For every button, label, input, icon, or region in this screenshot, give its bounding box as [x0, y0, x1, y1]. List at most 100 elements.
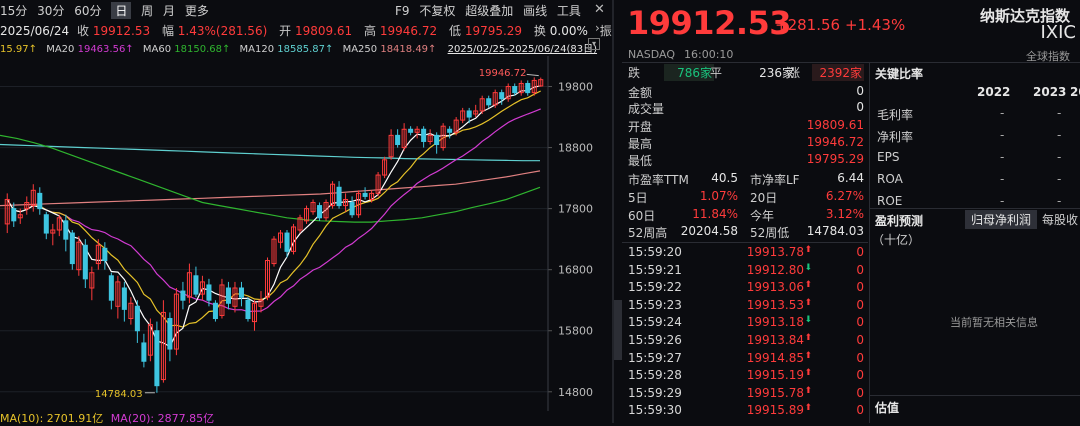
- tick-volume: 0: [856, 403, 864, 418]
- bar-open-value: 19809.61: [294, 24, 353, 38]
- volume-row: 成交量 0: [628, 100, 864, 116]
- tab-60min[interactable]: 60分: [74, 2, 101, 19]
- bar-info: 2025/06/24 收 19912.53 幅 1.43%(281.56) 开 …: [0, 22, 612, 39]
- arrow-up-icon: ⬆: [804, 245, 812, 255]
- forecast-tab-net-profit[interactable]: 归母净利润: [965, 210, 1038, 229]
- arrow-up-icon: ⬆: [804, 350, 812, 361]
- down-label: 跌: [628, 66, 641, 80]
- ratio-value: -: [1057, 128, 1062, 142]
- candle-body: [434, 134, 440, 146]
- candle-body: [69, 232, 75, 265]
- pb-value: 6.44: [837, 171, 864, 185]
- date-range[interactable]: 2025/02/25-2025/06/24(83日): [448, 44, 597, 55]
- ratio-label: 毛利率: [877, 108, 914, 122]
- tick-volume: 0: [856, 297, 864, 312]
- ratio-value: -: [1057, 106, 1062, 120]
- ratio-value: -: [1057, 172, 1062, 186]
- tick-time: 15:59:23: [628, 297, 682, 312]
- candle-body: [336, 186, 342, 207]
- vol-ma10: MA(10): 2701.91亿: [0, 412, 104, 425]
- d5-label: 5日: [628, 191, 648, 205]
- ma60-value: 18150.68↑: [174, 44, 231, 55]
- ma5-line: [6, 85, 541, 348]
- high-row: 最高 19946.72: [628, 135, 864, 151]
- ma120-label: MA120: [239, 44, 275, 55]
- tab-30min[interactable]: 30分: [37, 2, 64, 19]
- candle-body: [212, 302, 218, 320]
- low-value: 19795.29: [806, 152, 864, 166]
- tick-time: 15:59:26: [628, 333, 682, 347]
- high-annotation: 19946.72: [479, 68, 527, 79]
- fuquan-button[interactable]: 不复权: [419, 2, 455, 19]
- candle-body: [63, 220, 69, 240]
- candle-body: [134, 305, 140, 332]
- overlay-button[interactable]: 超级叠加: [465, 2, 513, 19]
- tab-15min[interactable]: 15分: [0, 2, 27, 19]
- amount-label: 金额: [628, 86, 653, 100]
- scroll-handle[interactable]: [614, 300, 622, 360]
- draw-button[interactable]: 画线: [523, 2, 547, 19]
- quote-change-pct: +1.43%: [845, 16, 906, 34]
- bar-turnover-label: 换: [533, 24, 546, 38]
- candlestick-chart[interactable]: 19800 18800 17800 16800 15800 14800 19946.72 14…: [0, 56, 600, 411]
- candle-body: [486, 98, 492, 106]
- bar-close-label: 收: [77, 24, 90, 38]
- candle-body: [180, 290, 186, 301]
- tab-week[interactable]: 周: [141, 2, 153, 19]
- candle-body: [245, 299, 251, 320]
- quote-code: IXIC: [1040, 22, 1076, 43]
- pe-label: 市盈率TTM: [628, 173, 689, 187]
- tick-time: 15:59:24: [628, 315, 682, 330]
- tab-day[interactable]: 日: [111, 2, 132, 19]
- tick-price: 19915.19: [746, 368, 804, 383]
- volume-legend: MA(10): 2701.91亿 MA(20): 2877.85亿: [0, 410, 214, 426]
- chevron-down-icon[interactable]: ▾: [588, 38, 600, 50]
- tick-price: 19913.84: [746, 333, 804, 347]
- tools-button[interactable]: 工具: [557, 2, 581, 19]
- bar-turnover-value: 0.00%: [549, 24, 588, 38]
- bar-open-label: 开: [279, 24, 292, 38]
- ma60-label: MA60: [142, 44, 172, 55]
- quote-change: +281.56: [775, 16, 841, 34]
- bar-low-value: 19795.29: [464, 24, 523, 38]
- tick-row: 15:59:30 19915.89 ⬆ 0: [628, 403, 866, 423]
- ratio-value: -: [1057, 194, 1062, 208]
- forecast-tab-eps[interactable]: 每股收: [1042, 211, 1078, 228]
- chevron-right-icon[interactable]: ›: [595, 21, 600, 35]
- bar-amplitude-label: 振: [599, 24, 612, 38]
- d20-label: 20日: [750, 191, 778, 205]
- ratio-year-2024: 20: [1070, 85, 1080, 99]
- bar-high-value: 19946.72: [379, 24, 438, 38]
- candle-body: [238, 287, 244, 298]
- f9-button[interactable]: F9: [395, 4, 410, 18]
- tick-volume: 0: [856, 315, 864, 330]
- low-annotation: 14784.03: [95, 389, 143, 400]
- tab-month[interactable]: 月: [163, 2, 175, 19]
- valuation-divider: [870, 395, 1080, 396]
- d60-label: 60日: [628, 209, 656, 223]
- vol-ma20: MA(20): 2877.85亿: [110, 412, 215, 425]
- d60-value: 11.84%: [692, 207, 738, 221]
- candle-body: [102, 247, 108, 262]
- ratio-value: -: [1000, 106, 1005, 120]
- ratios-title: 关键比率: [875, 67, 924, 81]
- open-row: 开盘 19809.61: [628, 118, 864, 134]
- up-label: 涨: [788, 66, 801, 80]
- candle-body: [154, 330, 160, 387]
- tick-price: 19913.06: [746, 280, 804, 295]
- bar-range-label: 幅: [161, 24, 174, 38]
- candle-body: [82, 244, 88, 280]
- arrow-down-icon: ⬇: [804, 262, 812, 273]
- candle-body: [167, 318, 173, 350]
- close-icon[interactable]: ✕: [594, 2, 605, 17]
- tick-time: 15:59:27: [628, 350, 682, 365]
- quote-price: 19912.53: [627, 4, 792, 42]
- bar-high-label: 高: [364, 24, 377, 38]
- ytd-value: 3.12%: [825, 207, 864, 221]
- tick-price: 19914.85: [746, 350, 804, 365]
- ratio-year-2023: 2023: [1033, 85, 1067, 99]
- tab-more[interactable]: 更多: [185, 2, 209, 19]
- w52h-label: 52周高: [628, 226, 668, 240]
- ratio-label: ROA: [877, 172, 903, 186]
- ytd-label: 今年: [750, 209, 775, 223]
